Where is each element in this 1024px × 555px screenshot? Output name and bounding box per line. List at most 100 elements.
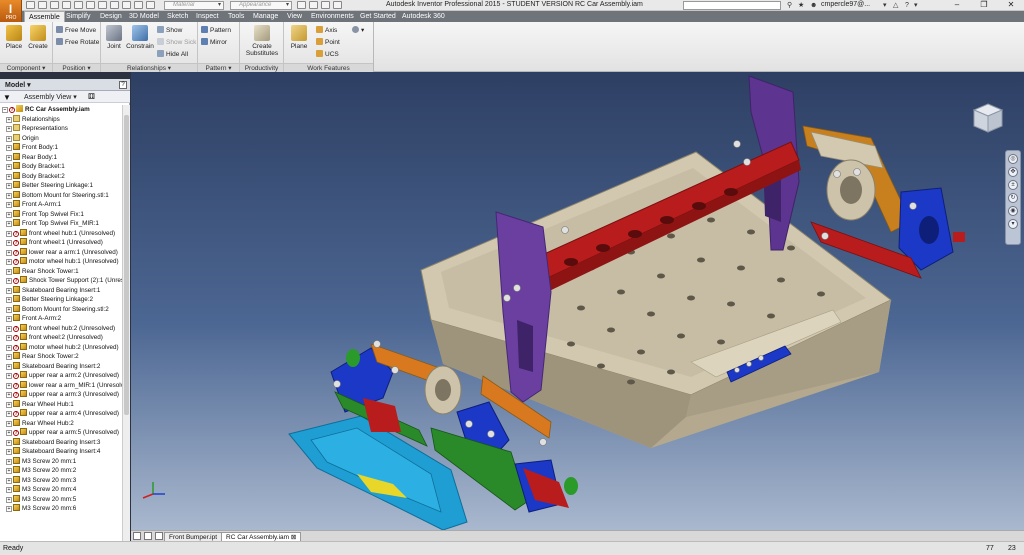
document-list-icon[interactable] <box>155 532 163 540</box>
pan-icon[interactable]: ✥ <box>1008 167 1018 177</box>
browser-node[interactable]: −? RC Car Assembly.iam <box>2 105 122 115</box>
expand-icon[interactable]: + <box>6 316 12 322</box>
free-rotate-button[interactable]: Free Rotate <box>56 38 99 47</box>
pattern-group-label[interactable]: Pattern ▾ <box>198 63 239 72</box>
browser-node[interactable]: + Front Top Swivel Fix_MIR:1 <box>2 219 122 229</box>
tab-simplify[interactable]: Simplify <box>66 11 91 22</box>
application-menu-button[interactable]: I PRO <box>0 0 22 22</box>
expand-icon[interactable]: + <box>6 230 12 237</box>
new-icon[interactable] <box>26 1 35 9</box>
ribbon-options-button[interactable]: ▾ <box>352 26 364 35</box>
tab-3d-model[interactable]: 3D Model <box>129 11 159 22</box>
browser-node[interactable]: + Front Top Swivel Fix:1 <box>2 209 122 220</box>
expand-icon[interactable]: + <box>6 173 12 180</box>
exchange-icon[interactable]: △ <box>893 1 898 10</box>
expand-icon[interactable]: + <box>6 449 12 455</box>
material-combo[interactable]: Material <box>164 1 224 10</box>
create-button[interactable]: Create <box>27 25 49 50</box>
browser-node[interactable]: + Skateboard Bearing Insert:1 <box>2 285 122 296</box>
tab-view[interactable]: View <box>287 11 302 22</box>
browser-node[interactable]: +? front wheel hub:1 (Unresolved) <box>2 228 122 239</box>
adjust-icon[interactable] <box>309 1 318 9</box>
zoom-icon[interactable]: ± <box>1008 180 1018 190</box>
create-substitutes-button[interactable]: Create Substitutes <box>242 25 282 57</box>
browser-node[interactable]: + Rear Shock Tower:1 <box>2 266 122 277</box>
select-icon[interactable] <box>110 1 119 9</box>
expand-icon[interactable]: + <box>6 192 12 199</box>
chassis-plate[interactable] <box>420 151 892 448</box>
expand-icon[interactable]: + <box>6 249 12 256</box>
expand-icon[interactable]: + <box>6 373 12 379</box>
look-at-icon[interactable]: ◉ <box>1008 206 1018 216</box>
expand-icon[interactable]: + <box>6 382 12 389</box>
expand-icon[interactable]: + <box>6 221 12 227</box>
expand-icon[interactable]: + <box>6 468 12 474</box>
close-button[interactable]: ✕ <box>1000 0 1022 10</box>
open-icon[interactable] <box>38 1 47 9</box>
scrollbar-thumb[interactable] <box>124 115 129 415</box>
expand-icon[interactable]: + <box>6 164 12 170</box>
save-icon[interactable] <box>50 1 59 9</box>
help-dropdown-icon[interactable]: ▾ <box>914 1 918 10</box>
browser-node[interactable]: + Rear Wheel Hub:1 <box>2 399 122 410</box>
browser-node[interactable]: + Origin <box>2 133 122 144</box>
model-scene[interactable] <box>131 72 1024 530</box>
browser-node[interactable]: + Front A-Arm:1 <box>2 200 122 210</box>
browser-node[interactable]: + M3 Screw 20 mm:6 <box>2 504 122 514</box>
expand-icon[interactable]: + <box>6 211 12 218</box>
tab-assemble[interactable]: Assemble <box>24 11 65 22</box>
expand-icon[interactable]: + <box>6 145 12 151</box>
tab-design[interactable]: Design <box>100 11 122 22</box>
mirror-button[interactable]: Mirror <box>201 38 227 47</box>
appearance-combo[interactable]: Appearance <box>230 1 292 10</box>
show-button[interactable]: Show <box>157 26 182 35</box>
tile-horizontal-icon[interactable] <box>133 532 141 540</box>
plane-button[interactable]: Plane <box>287 25 311 50</box>
browser-node[interactable]: + Skateboard Bearing Insert:2 <box>2 361 122 372</box>
component-group-label[interactable]: Component ▾ <box>0 63 52 72</box>
user-name[interactable]: cmpercle97@... <box>821 1 870 8</box>
tab-autodesk-360[interactable]: Autodesk 360 <box>402 11 445 22</box>
expand-icon[interactable]: + <box>6 325 12 332</box>
expand-icon[interactable]: + <box>6 202 12 208</box>
constrain-button[interactable]: Constrain <box>125 25 155 50</box>
expand-icon[interactable]: + <box>6 401 12 408</box>
expand-icon[interactable]: + <box>6 439 12 446</box>
browser-node[interactable]: + M3 Screw 20 mm:5 <box>2 494 122 505</box>
help-icon[interactable]: ? <box>905 1 909 10</box>
expand-icon[interactable]: + <box>6 259 12 265</box>
expand-icon[interactable]: + <box>6 477 12 484</box>
point-button[interactable]: Point <box>316 38 340 47</box>
expand-icon[interactable]: + <box>6 278 12 284</box>
browser-node[interactable]: +? motor wheel hub:2 (Unresolved) <box>2 342 122 353</box>
sign-in-dropdown-icon[interactable]: ▾ <box>883 1 887 10</box>
browser-node[interactable]: + M3 Screw 20 mm:3 <box>2 475 122 486</box>
search-icon[interactable]: ⚲ <box>787 1 792 10</box>
expand-icon[interactable]: + <box>6 430 12 436</box>
browser-node[interactable]: + Better Steering Linkage:1 <box>2 181 122 191</box>
browser-node[interactable]: + Better Steering Linkage:2 <box>2 295 122 305</box>
expand-icon[interactable]: + <box>6 411 12 417</box>
clear-appearance-icon[interactable] <box>297 1 306 9</box>
expand-icon[interactable]: + <box>6 496 12 503</box>
browser-node[interactable]: + Skateboard Bearing Insert:4 <box>2 447 122 457</box>
pattern-button[interactable]: Pattern <box>201 26 231 35</box>
browser-title[interactable]: Model ▾ <box>5 81 31 89</box>
hide-all-button[interactable]: Hide All <box>157 50 188 59</box>
axis-button[interactable]: Axis <box>316 26 337 35</box>
settings-icon[interactable] <box>146 1 155 9</box>
navbar-options-icon[interactable]: ▾ <box>1008 219 1018 229</box>
position-group-label[interactable]: Position ▾ <box>53 63 100 72</box>
browser-node[interactable]: + Body Bracket:2 <box>2 171 122 182</box>
tab-manage[interactable]: Manage <box>253 11 278 22</box>
browser-node[interactable]: +? lower rear a arm_MIR:1 (Unresolved) <box>2 380 122 391</box>
communication-center-icon[interactable]: ★ <box>798 1 804 10</box>
browser-node[interactable]: + Rear Shock Tower:2 <box>2 352 122 362</box>
browser-node[interactable]: + Rear Body:1 <box>2 152 122 163</box>
expand-icon[interactable]: + <box>6 306 12 313</box>
qat-more-icon[interactable] <box>333 1 342 9</box>
expand-icon[interactable]: + <box>6 363 12 370</box>
expand-icon[interactable]: + <box>6 135 12 142</box>
minimize-button[interactable]: – <box>946 0 968 10</box>
tab-inspect[interactable]: Inspect <box>196 11 219 22</box>
